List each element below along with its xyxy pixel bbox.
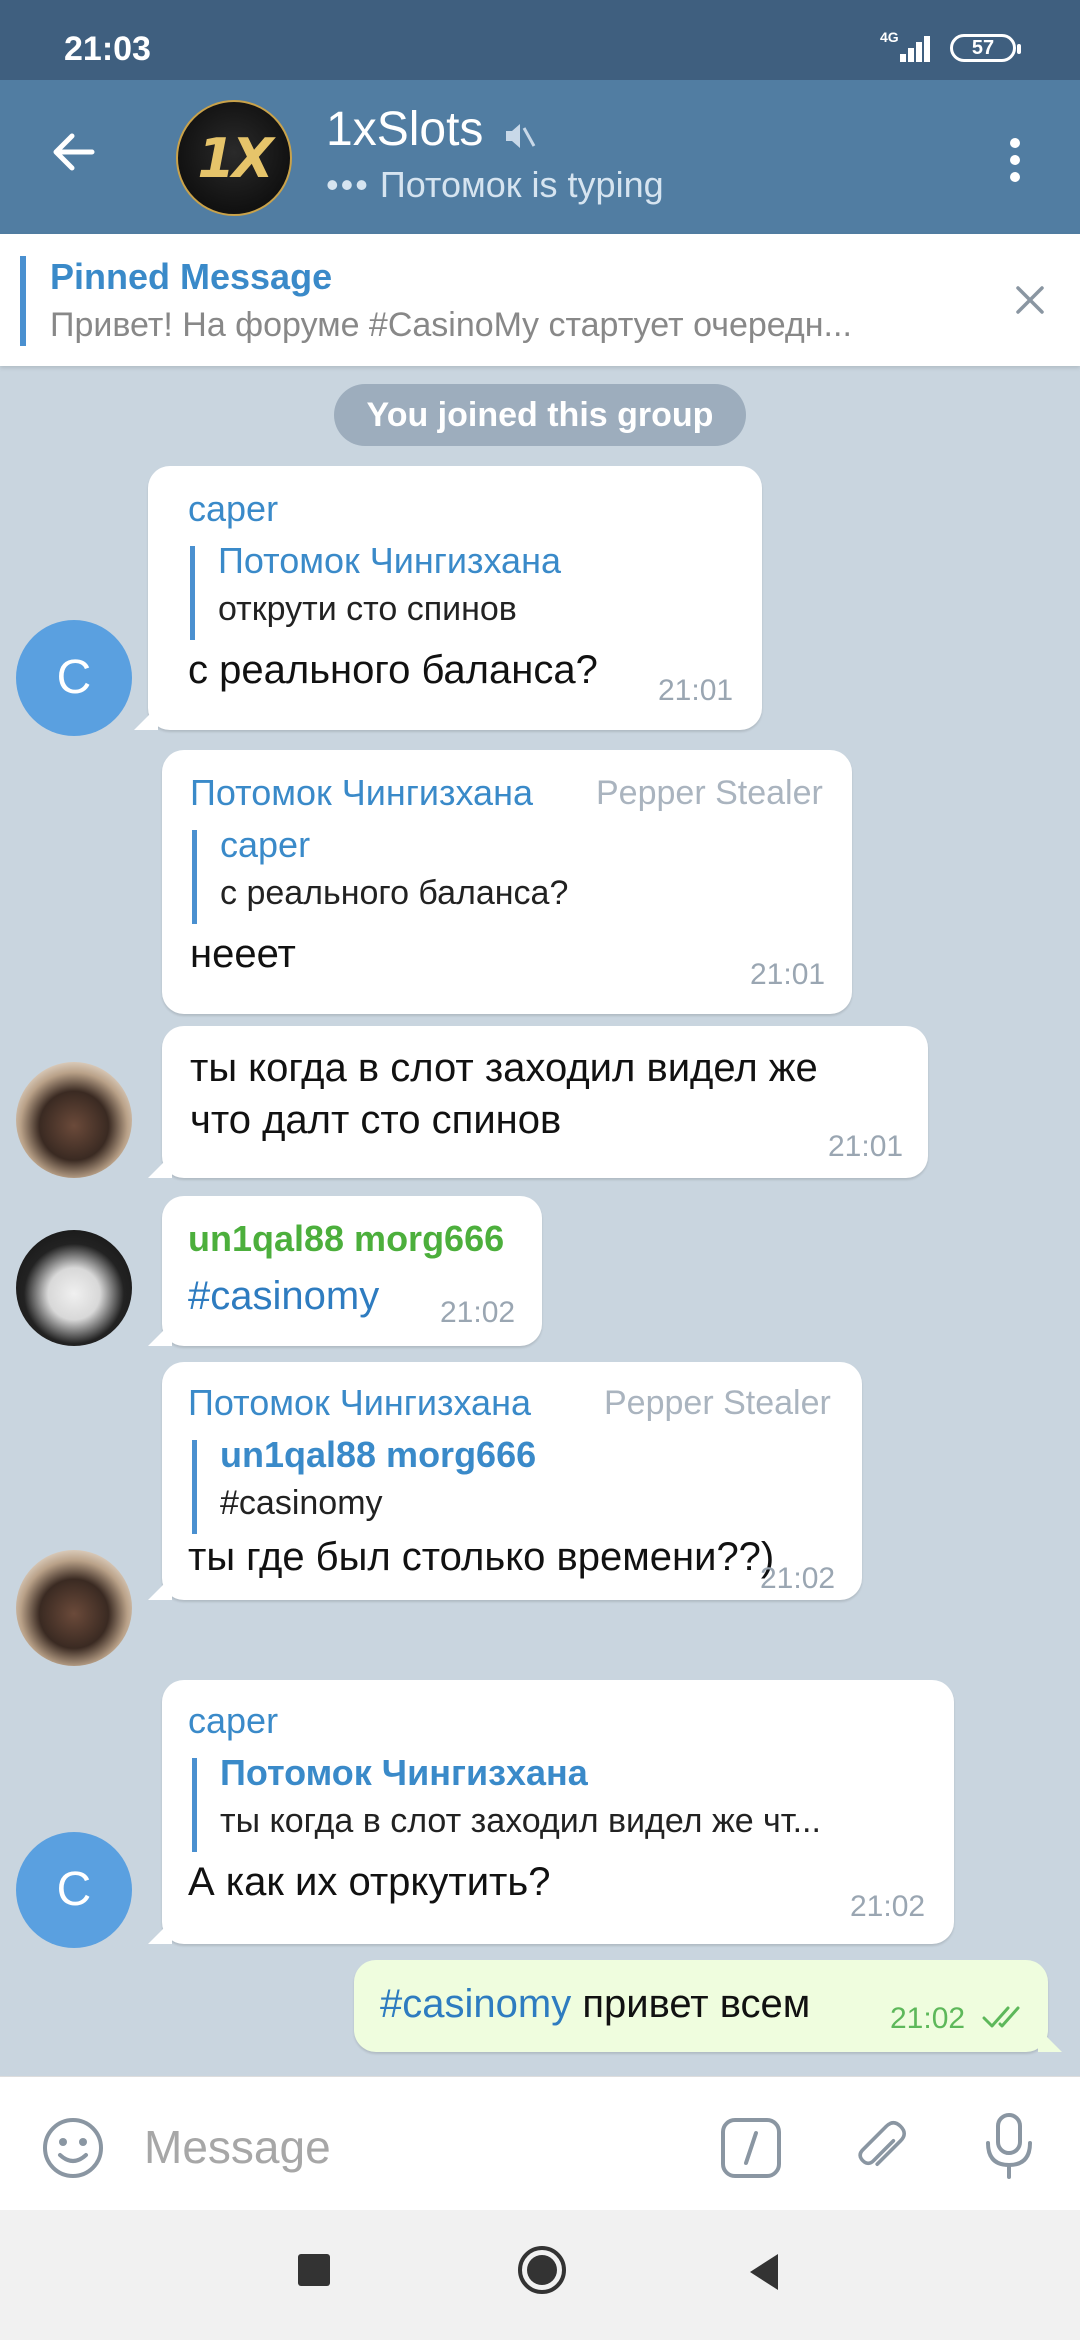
pinned-title: Pinned Message (50, 256, 333, 297)
chat-header: 1X 1xSlots ••• Потомок is typing (0, 80, 1080, 234)
avatar[interactable] (16, 1550, 132, 1666)
message-time: 21:02 (440, 1296, 516, 1329)
pinned-message[interactable]: Pinned Message Привет! На форуме #Casino… (0, 234, 1080, 366)
typing-dots: ••• (326, 164, 370, 205)
reply-author: caper (220, 824, 311, 865)
reply-author: Потомок Чингизхана (218, 540, 561, 581)
status-bar: 21:03 4G 57 (0, 0, 1080, 80)
message-text: #casinomy привет всем (380, 1978, 810, 2030)
message-author: Потомок Чингизхана (190, 772, 533, 813)
back-icon[interactable] (744, 2250, 784, 2294)
typing-status: ••• Потомок is typing (326, 164, 664, 206)
back-arrow-icon[interactable] (44, 122, 104, 182)
reply-text: открути сто спинов (218, 590, 517, 628)
avatar[interactable] (16, 1062, 132, 1178)
read-checkmarks-icon (982, 2006, 1020, 2028)
message-text: нееет (190, 932, 296, 976)
message-body: привет всем (571, 1982, 811, 2026)
service-message: You joined this group (334, 384, 746, 446)
message-text-line-1: ты когда в слот заходил видел же (190, 1046, 818, 1090)
message-time: 21:02 (850, 1890, 926, 1923)
home-icon[interactable] (516, 2244, 568, 2296)
message-author: Потомок Чингизхана (188, 1382, 531, 1423)
avatar[interactable]: C (16, 620, 132, 736)
chat-title[interactable]: 1xSlots (326, 102, 483, 157)
reply-text: ты когда в слот заходил видел же чт... (220, 1802, 821, 1840)
avatar[interactable]: C (16, 1832, 132, 1948)
message-text: ты где был столько времени??) (188, 1535, 775, 1579)
reply-bar (192, 1758, 197, 1852)
message-text-line-2: что далт сто спинов (190, 1098, 562, 1142)
hashtag-link[interactable]: #casinomy (188, 1270, 379, 1322)
attach-icon[interactable] (850, 2113, 916, 2179)
reply-author: un1qal88 morg666 (220, 1434, 537, 1475)
message-bubble[interactable]: caper Потомок Чингизхана ты когда в слот… (162, 1680, 954, 1944)
message-time: 21:02 (890, 2002, 966, 2035)
typing-text: Потомок is typing (379, 164, 664, 205)
avatar[interactable] (16, 1230, 132, 1346)
reply-bar (190, 546, 195, 640)
message-text: А как их отркутить? (188, 1860, 551, 1904)
emoji-icon[interactable] (40, 2115, 106, 2181)
message-time: 21:01 (750, 958, 826, 991)
recents-icon[interactable] (298, 2254, 330, 2286)
message-time: 21:01 (658, 674, 734, 707)
pinned-text: Привет! На форуме #CasinoMy стартует оче… (50, 306, 852, 344)
chat-avatar-logo: 1X (197, 126, 273, 190)
message-bubble[interactable]: ты когда в слот заходил видел же что дал… (162, 1026, 928, 1178)
message-list[interactable]: You joined this group caper Потомок Чинг… (0, 366, 1080, 2076)
message-bubble[interactable]: Потомок Чингизхана Pepper Stealer caper … (162, 750, 852, 1014)
status-time: 21:03 (64, 30, 151, 68)
message-input[interactable] (144, 2107, 644, 2187)
hashtag-link[interactable]: #casinomy (380, 1982, 571, 2026)
network-type: 4G (880, 29, 899, 45)
message-author: caper (188, 488, 279, 529)
message-bubble[interactable]: un1qal88 morg666 #casinomy 21:02 (162, 1196, 542, 1346)
message-time: 21:02 (760, 1562, 836, 1595)
more-menu-icon[interactable] (1000, 130, 1030, 190)
message-text: с реального баланса? (188, 648, 598, 692)
message-bubble[interactable]: caper Потомок Чингизхана открути сто спи… (148, 466, 762, 730)
member-role: Pepper Stealer (596, 774, 823, 812)
pinned-bar (20, 256, 26, 346)
system-navigation-bar (0, 2210, 1080, 2340)
muted-icon (506, 124, 536, 148)
message-time: 21:01 (828, 1130, 904, 1163)
bot-command-icon[interactable] (718, 2115, 784, 2181)
member-role: Pepper Stealer (604, 1384, 831, 1422)
reply-text: с реального баланса? (220, 874, 569, 912)
signal-icon (900, 32, 936, 62)
reply-bar (192, 830, 197, 924)
message-composer (0, 2076, 1080, 2210)
reply-author: Потомок Чингизхана (220, 1752, 588, 1793)
battery-icon: 57 (950, 34, 1021, 62)
microphone-icon[interactable] (976, 2111, 1042, 2181)
outgoing-message-bubble[interactable]: #casinomy привет всем 21:02 (354, 1960, 1048, 2052)
close-icon[interactable] (1012, 282, 1048, 318)
message-author: un1qal88 morg666 (188, 1218, 505, 1259)
message-bubble[interactable]: Потомок Чингизхана Pepper Stealer un1qal… (162, 1362, 862, 1600)
message-author: caper (188, 1700, 279, 1741)
chat-avatar[interactable]: 1X (176, 100, 292, 216)
